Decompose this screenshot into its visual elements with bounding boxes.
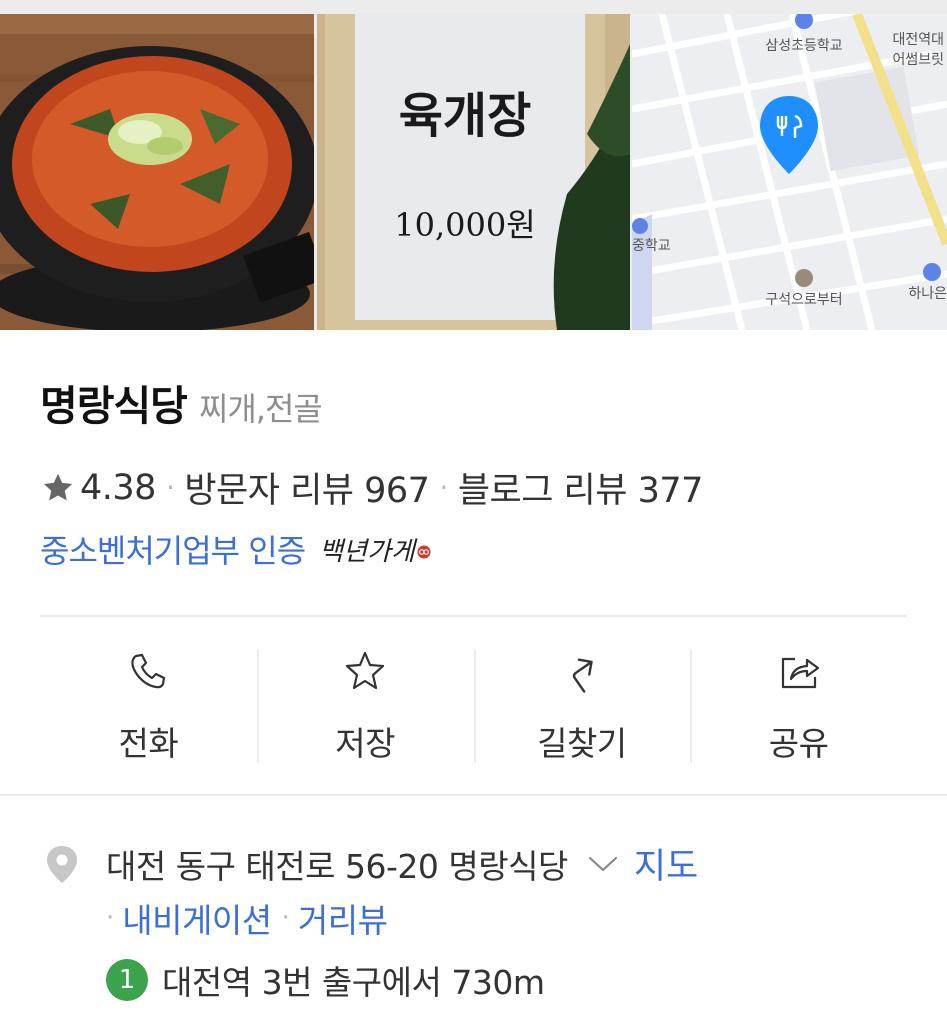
share-label: 공유	[768, 724, 829, 763]
map-label-poi: 구석으로부터	[765, 292, 842, 308]
store-name: 명랑식당	[40, 382, 188, 430]
stat-separator: ·	[439, 471, 448, 504]
photo-gallery[interactable]: 육개장 10,000원 삼성초등학교 대전역대 어썸브릿 중학교 구석으로부터 …	[0, 0, 947, 330]
directions-icon	[572, 658, 593, 693]
certification-row: 중소벤처기업부 인증 백년가게	[40, 526, 431, 572]
save-button[interactable]: 저장	[256, 647, 474, 765]
map-label-bank: 하나은	[908, 286, 947, 302]
centennial-store-badge: 백년가게	[319, 536, 415, 567]
store-category: 찌개,전골	[198, 390, 323, 428]
navigation-link[interactable]: 내비게이션	[122, 894, 272, 942]
station-distance: 대전역 3번 출구에서 730m	[162, 963, 545, 1002]
share-icon	[781, 657, 819, 689]
action-bar: 전화 저장 길찾기 공유	[40, 647, 907, 765]
call-button[interactable]: 전화	[40, 647, 257, 765]
map-label-building: 어썸브릿	[892, 52, 944, 68]
menu-item-price: 10,000원	[394, 206, 535, 244]
address-text[interactable]: 대전 동구 태전로 56-20 명랑식당	[106, 840, 568, 888]
divider	[40, 615, 907, 617]
subway-line-badge: 1	[106, 959, 148, 1001]
map-link[interactable]: 지도	[634, 838, 698, 889]
menu-photo[interactable]: 육개장 10,000원	[317, 14, 630, 330]
map-label-school: 삼성초등학교	[765, 38, 842, 54]
blog-review-count[interactable]: 블로그 리뷰 377	[458, 462, 704, 513]
certification-link[interactable]: 중소벤처기업부 인증	[40, 526, 306, 572]
review-stats: 4.38 · 방문자 리뷰 967 · 블로그 리뷰 377	[40, 462, 703, 513]
street-view-link[interactable]: 거리뷰	[298, 894, 388, 942]
menu-item-name: 육개장	[399, 88, 531, 144]
directions-button[interactable]: 길찾기	[473, 647, 691, 765]
stat-separator: ·	[165, 471, 175, 504]
transit-info: 1 대전역 3번 출구에서 730m	[106, 956, 545, 1004]
map-label-station: 대전역대	[892, 32, 944, 48]
star-icon	[346, 651, 385, 690]
location-pin-icon	[47, 845, 77, 883]
badge-seal-icon	[417, 545, 431, 559]
store-header: 명랑식당 찌개,전골	[40, 372, 323, 432]
food-photo[interactable]	[0, 14, 314, 330]
rating-value: 4.38	[80, 467, 156, 508]
save-label: 저장	[335, 724, 395, 763]
visitor-review-count[interactable]: 방문자 리뷰 967	[184, 462, 430, 513]
share-button[interactable]: 공유	[690, 647, 907, 765]
link-separator: ·	[281, 903, 290, 933]
rating-star-icon	[43, 473, 73, 500]
section-divider	[0, 794, 947, 796]
chevron-down-icon[interactable]	[586, 852, 620, 876]
address-row: 대전 동구 태전로 56-20 명랑식당 지도	[44, 838, 698, 889]
navigation-links: · 내비게이션 · 거리뷰	[106, 894, 388, 942]
phone-icon	[131, 653, 166, 689]
map-thumbnail[interactable]: 삼성초등학교 대전역대 어썸브릿 중학교 구석으로부터 하나은	[632, 14, 947, 330]
map-label-middle-school: 중학교	[632, 238, 671, 254]
call-label: 전화	[118, 724, 179, 763]
link-separator: ·	[106, 903, 115, 933]
directions-label: 길찾기	[537, 724, 627, 763]
